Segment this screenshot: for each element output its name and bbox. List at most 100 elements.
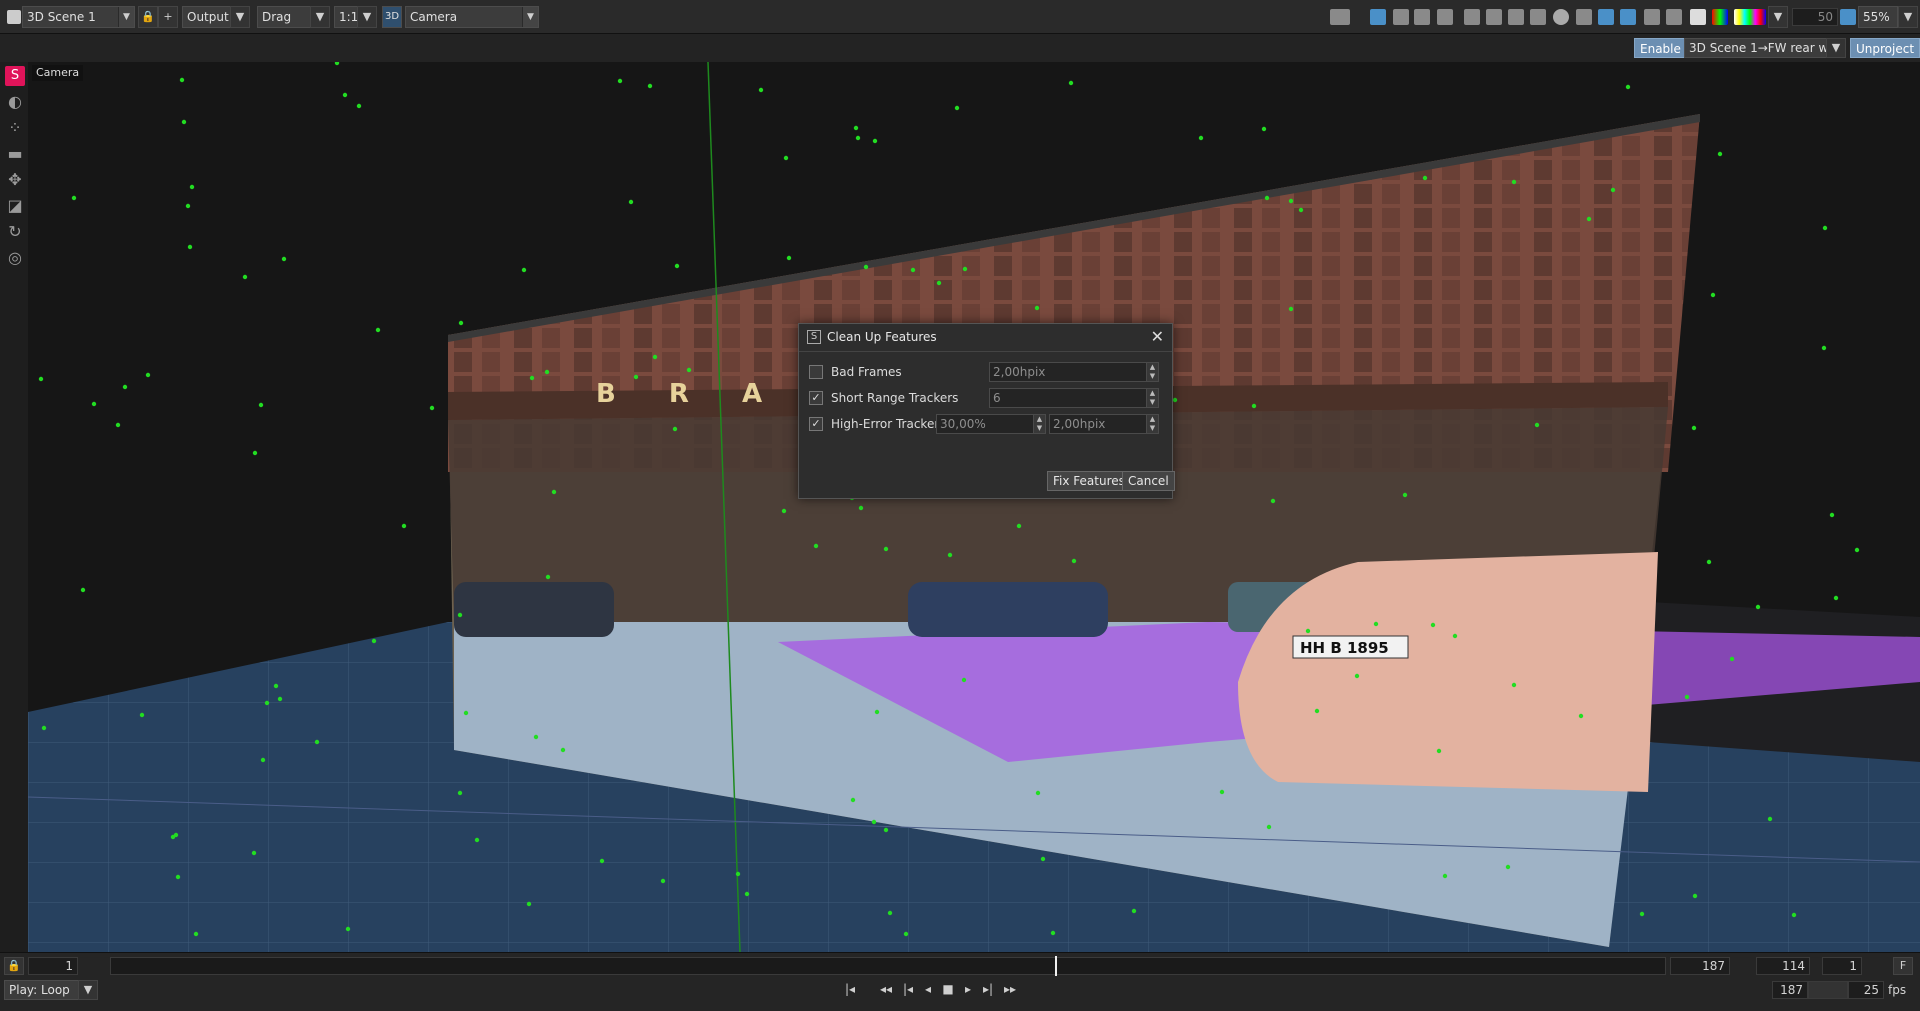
track-point[interactable] [401,523,407,529]
search-icon[interactable] [1553,9,1569,25]
track-point[interactable] [1131,908,1137,914]
track-point[interactable] [962,266,968,272]
monitor-icon[interactable] [1464,9,1480,25]
track-point[interactable] [1452,633,1458,639]
track-point[interactable] [1270,498,1276,504]
scene-dropdown[interactable]: 3D Scene 1 ▼ [22,6,135,28]
start-frame-field[interactable]: 1 [28,957,78,975]
track-point[interactable] [41,725,47,731]
track-point[interactable] [252,450,258,456]
track-point[interactable] [1198,135,1204,141]
track-point[interactable] [1288,198,1294,204]
copy-icon[interactable] [1393,9,1409,25]
add-icon[interactable]: + [158,6,178,28]
track-point[interactable] [910,267,916,273]
track-point[interactable] [175,874,181,880]
chevron-down-icon[interactable]: ▼ [230,6,250,28]
track-point[interactable] [672,426,678,432]
chevron-down-icon[interactable]: ▼ [1768,6,1788,28]
track-point[interactable] [1684,694,1690,700]
track-point[interactable] [599,858,605,864]
total-frames-field[interactable]: 187 [1772,981,1808,999]
track-point[interactable] [458,320,464,326]
track-point[interactable] [115,422,121,428]
track-point[interactable] [1833,595,1839,601]
bad-frames-checkbox[interactable] [809,365,823,379]
track-point[interactable] [1264,195,1270,201]
play-backward-icon[interactable]: ◂ [920,981,936,997]
track-point[interactable] [1710,292,1716,298]
unproject-button[interactable]: Unproject [1850,38,1920,58]
eye-icon[interactable] [1330,9,1350,25]
track-point[interactable] [544,369,550,375]
close-icon[interactable]: ✕ [1151,327,1164,346]
3d-view-badge[interactable]: 3D [382,6,402,28]
step-forward-icon[interactable]: ▸| [980,981,996,997]
rewind-icon[interactable]: ◂◂ [878,981,894,997]
end-frame-field[interactable]: 187 [1670,957,1730,975]
track-point[interactable] [1071,558,1077,564]
track-point[interactable] [947,552,953,558]
logo-icon[interactable]: S [5,66,25,86]
track-point[interactable] [551,489,557,495]
track-point[interactable] [1442,873,1448,879]
frame-number-field[interactable]: 50 [1792,8,1838,26]
s-icon[interactable] [1530,9,1546,25]
timeline-track[interactable] [110,957,1666,975]
track-point[interactable] [858,505,864,511]
track-point[interactable] [1729,656,1735,662]
track-point[interactable] [533,734,539,740]
orbit-icon[interactable] [1620,9,1636,25]
focus-icon[interactable] [1598,9,1614,25]
f-button[interactable]: F [1893,957,1913,975]
track-point[interactable] [521,267,527,273]
frame-alt-icon[interactable] [1508,9,1524,25]
color-channels-icon[interactable] [1712,9,1728,25]
track-point[interactable] [122,384,128,390]
track-point[interactable] [1288,306,1294,312]
track-point[interactable] [91,401,97,407]
track-point[interactable] [1854,547,1860,553]
short-range-checkbox[interactable]: ✓ [809,391,823,405]
rotate-icon[interactable]: ↻ [5,222,25,242]
track-point[interactable] [1691,425,1697,431]
track-point[interactable] [375,327,381,333]
track-point[interactable] [258,402,264,408]
chevron-down-icon[interactable]: ▼ [310,6,330,28]
track-point[interactable] [457,612,463,618]
track-point[interactable] [1219,789,1225,795]
track-point[interactable] [474,837,480,843]
track-point[interactable] [529,375,535,381]
track-point[interactable] [170,834,176,840]
layer-dropdown[interactable]: 3D Scene 1→FW rear wall [1684,38,1842,58]
scale-icon[interactable]: ◪ [5,196,25,216]
track-point[interactable] [936,280,942,286]
track-point[interactable] [38,376,44,382]
track-point[interactable] [883,827,889,833]
grid-icon[interactable] [1414,9,1430,25]
track-point[interactable] [1821,345,1827,351]
track-point[interactable] [545,574,551,580]
step-back-icon[interactable]: |◂ [900,981,916,997]
enable-button[interactable]: Enable [1634,38,1687,58]
stop-icon[interactable]: ■ [940,981,956,997]
track-point[interactable] [1266,824,1272,830]
track-point[interactable] [273,683,279,689]
chevron-down-icon[interactable]: ▼ [357,6,377,28]
track-point[interactable] [181,119,187,125]
track-point[interactable] [193,931,199,937]
track-point[interactable] [628,199,634,205]
track-point[interactable] [647,83,653,89]
list-icon[interactable] [1437,9,1453,25]
chevron-down-icon[interactable]: ▼ [78,980,98,1000]
track-point[interactable] [189,184,195,190]
play-forward-icon[interactable]: ▸ [960,981,976,997]
track-point[interactable] [863,264,869,270]
track-point[interactable] [1373,621,1379,627]
track-point[interactable] [1639,911,1645,917]
track-point[interactable] [961,677,967,683]
bad-frames-threshold-field[interactable]: 2,00hpix ▲ ▼ [989,362,1159,382]
track-point[interactable] [1586,216,1592,222]
track-point[interactable] [1050,930,1056,936]
track-point[interactable] [855,135,861,141]
